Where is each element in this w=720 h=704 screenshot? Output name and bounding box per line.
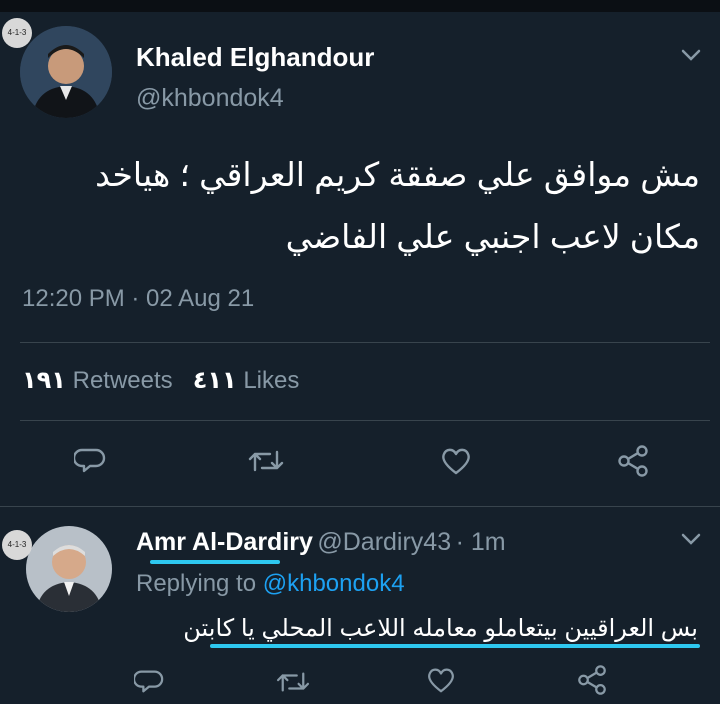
tweet-timestamp[interactable]: 12:20 PM · 02 Aug 21 <box>22 285 254 313</box>
likes-label: Likes <box>243 367 300 394</box>
retweets-count: ١٩١ <box>22 367 66 394</box>
chevron-down-icon[interactable] <box>680 532 702 551</box>
reply-author-avatar[interactable] <box>26 526 112 612</box>
chevron-down-icon[interactable] <box>680 48 702 67</box>
reply-author-name[interactable]: Amr Al-Dardiry <box>136 528 313 556</box>
share-icon[interactable] <box>616 444 650 483</box>
divider <box>20 420 710 421</box>
tweet-stats: ١٩١ Retweets ٤١١ Likes <box>22 366 299 395</box>
reply-text: بس العراقيين بيتعاملو معامله اللاعب المح… <box>183 615 698 642</box>
like-icon[interactable] <box>440 446 472 481</box>
reply-header: Amr Al-Dardiry @Dardiry43 · 1m <box>136 528 506 557</box>
retweet-icon[interactable] <box>276 668 310 701</box>
author-avatar-badge: 4-1-3 <box>2 18 32 48</box>
author-handle[interactable]: @khbondok4 <box>136 84 284 113</box>
tweet-text: مش موافق علي صفقة كريم العراقي ؛ هياخد م… <box>20 144 700 268</box>
annotation-underline-name <box>150 560 280 564</box>
replying-prefix: Replying to <box>136 570 257 597</box>
likes-count: ٤١١ <box>192 367 237 394</box>
retweets-stat[interactable]: ١٩١ Retweets <box>22 367 173 394</box>
divider <box>0 506 720 507</box>
annotation-underline-text <box>210 644 700 648</box>
replying-to-link[interactable]: @khbondok4 <box>263 570 405 597</box>
like-icon[interactable] <box>426 666 456 699</box>
reply-author-handle[interactable]: @Dardiry43 <box>317 528 451 556</box>
retweets-label: Retweets <box>72 367 173 394</box>
replying-to: Replying to @khbondok4 <box>136 570 405 598</box>
tweet-text-line-1: مش موافق علي صفقة كريم العراقي ؛ هياخد <box>95 156 700 193</box>
author-avatar[interactable] <box>20 26 112 118</box>
reply-icon[interactable] <box>132 666 164 701</box>
reply-avatar-badge: 4-1-3 <box>2 530 32 560</box>
divider <box>20 342 710 343</box>
reply-time: · 1m <box>455 528 506 556</box>
reply-icon[interactable] <box>72 444 106 481</box>
share-icon[interactable] <box>576 664 608 701</box>
retweet-icon[interactable] <box>248 446 284 481</box>
tweet-text-line-2: مكان لاعب اجنبي علي الفاضي <box>285 218 700 255</box>
author-name[interactable]: Khaled Elghandour <box>136 42 374 73</box>
likes-stat[interactable]: ٤١١ Likes <box>193 367 300 394</box>
top-bar <box>0 0 720 12</box>
